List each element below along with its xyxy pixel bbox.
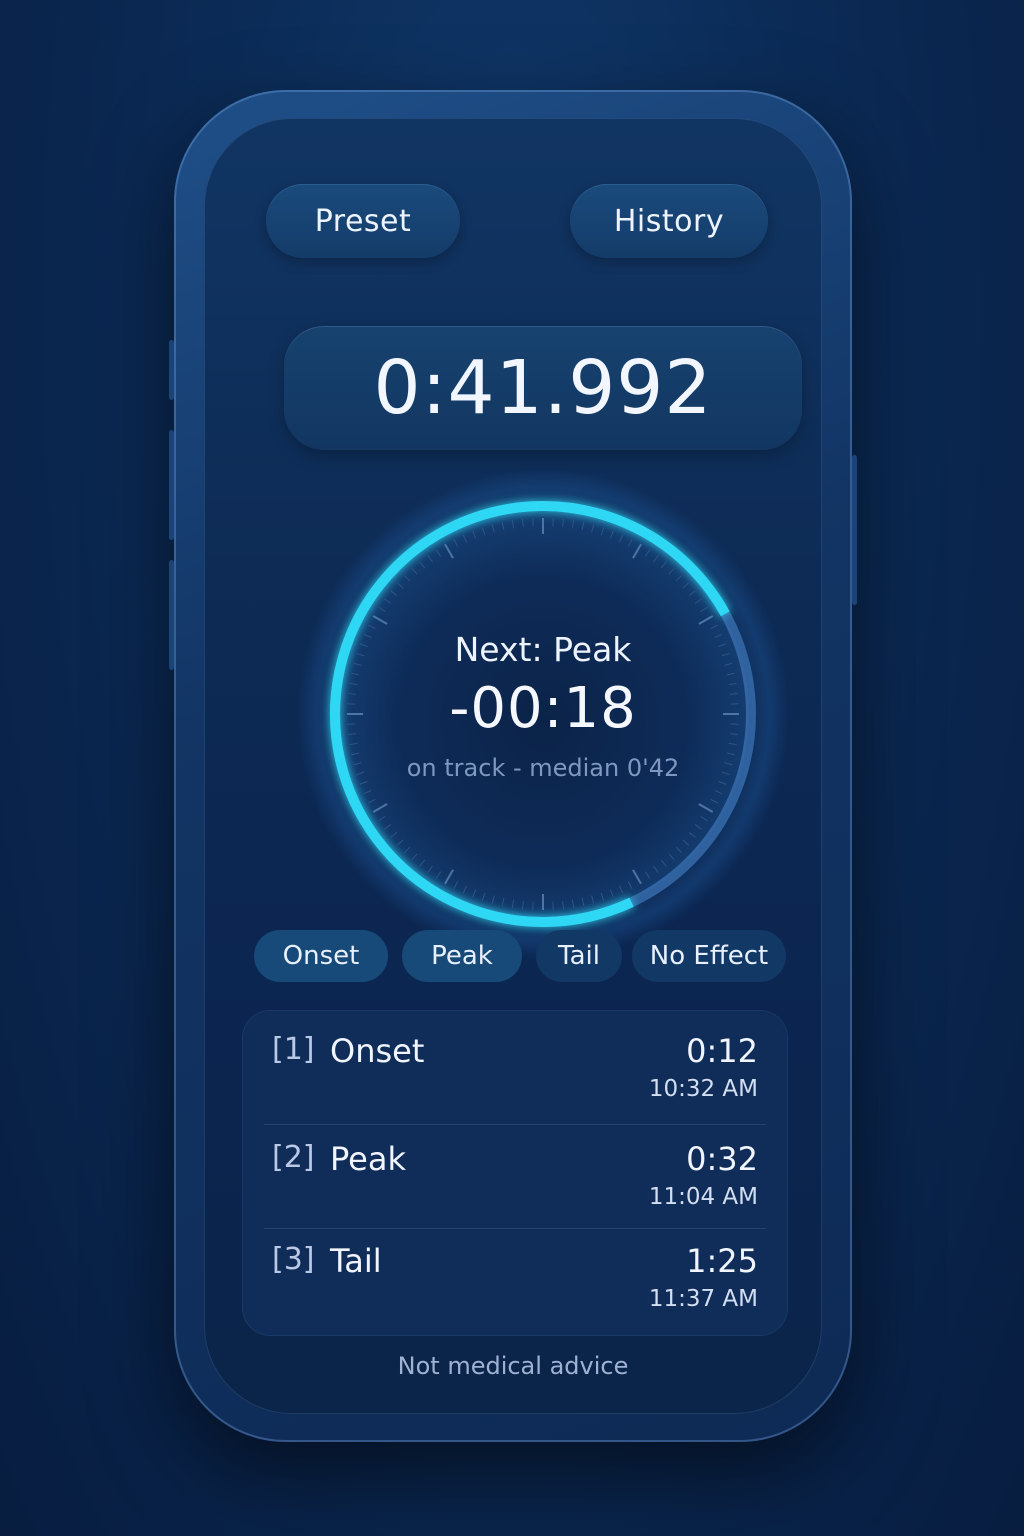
log-row-time: 11:04 AM [648,1184,758,1210]
side-button-left-2 [169,430,174,540]
phase-chip-no-effect[interactable]: No Effect [632,930,786,982]
log-row-duration: 0:12 [686,1032,758,1070]
log-row-time: 11:37 AM [648,1286,758,1312]
preset-button[interactable]: Preset [266,184,460,258]
history-button[interactable]: History [570,184,768,258]
status-text: on track - median 0'42 [406,754,680,782]
elapsed-time-value: 0:41.992 [373,345,713,431]
log-row-duration: 0:32 [686,1140,758,1178]
log-row-name: Onset [330,1032,425,1070]
phone-frame: Preset History 0:41.992 Next: Peak -00:1… [169,90,857,1442]
log-row-index: [3] [272,1242,315,1277]
log-row[interactable]: [2] Peak 0:32 11:04 AM [242,1118,788,1222]
next-phase-label: Next: Peak [454,630,632,669]
phase-chip-peak[interactable]: Peak [402,930,522,982]
side-button-right [852,455,857,605]
disclaimer-text: Not medical advice [397,1352,629,1380]
elapsed-timer: 0:41.992 [284,326,802,450]
phase-chip-onset[interactable]: Onset [254,930,388,982]
log-row-time: 10:32 AM [648,1076,758,1102]
side-button-left-3 [169,560,174,670]
phase-log: [1] Onset 0:12 10:32 AM [2] Peak 0:32 11… [242,1010,788,1336]
log-row-index: [1] [272,1032,315,1067]
countdown-dial: Next: Peak -00:18 on track - median 0'42 [295,466,791,962]
phase-chip-tail[interactable]: Tail [536,930,622,982]
app-screen: Preset History 0:41.992 Next: Peak -00:1… [204,118,822,1414]
log-row-name: Peak [330,1140,406,1178]
side-button-left-1 [169,340,174,400]
log-row-index: [2] [272,1140,315,1175]
countdown-value: -00:18 [449,676,637,741]
log-row[interactable]: [3] Tail 1:25 11:37 AM [242,1220,788,1324]
log-row-name: Tail [330,1242,382,1280]
log-row[interactable]: [1] Onset 0:12 10:32 AM [242,1010,788,1114]
log-row-duration: 1:25 [686,1242,758,1280]
